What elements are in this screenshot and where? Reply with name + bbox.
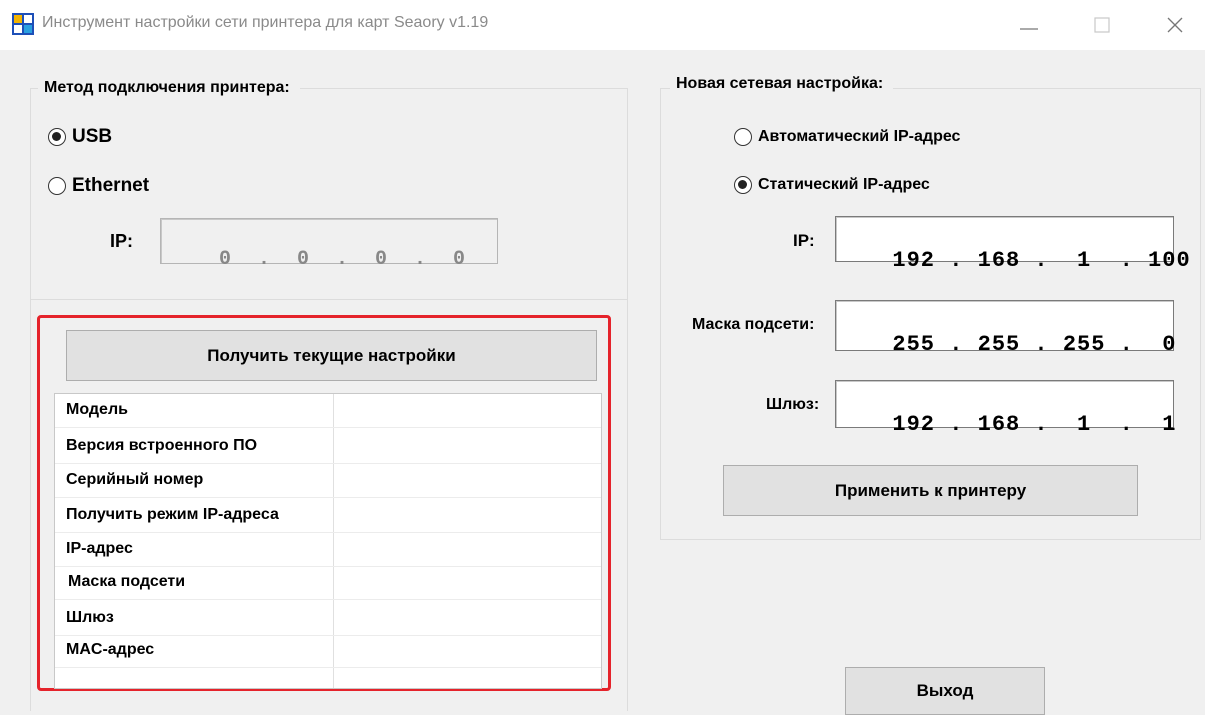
gateway-value: 192 . 168 . 1 . 1 bbox=[892, 412, 1177, 437]
row-label-serial: Серийный номер bbox=[66, 471, 204, 488]
subnet-mask-value: 255 . 255 . 255 . 0 bbox=[892, 332, 1177, 357]
ethernet-radio[interactable]: Ethernet bbox=[48, 175, 149, 197]
row-label-gateway: Шлюз bbox=[66, 609, 114, 626]
current-settings-table: Модель Версия встроенного ПО Серийный но… bbox=[54, 393, 602, 689]
subnet-mask-label: Маска подсети: bbox=[692, 316, 815, 333]
static-ip-radio-circle[interactable] bbox=[734, 176, 752, 194]
auto-ip-radio[interactable]: Автоматический IP-адрес bbox=[734, 128, 960, 146]
minimize-icon[interactable] bbox=[1014, 12, 1044, 38]
auto-ip-radio-circle[interactable] bbox=[734, 128, 752, 146]
row-label-firmware: Версия встроенного ПО bbox=[66, 437, 258, 454]
apply-to-printer-label: Применить к принтеру bbox=[834, 480, 1027, 500]
static-ip-radio-label: Статический IP-адрес bbox=[758, 176, 930, 193]
printer-ip-input[interactable]: 0 . 0 . 0 . 0 bbox=[160, 218, 498, 271]
usb-radio-label: USB bbox=[72, 126, 113, 147]
get-current-settings-button[interactable]: Получить текущие настройки bbox=[66, 330, 597, 381]
get-current-settings-label: Получить текущие настройки bbox=[207, 345, 456, 365]
ethernet-radio-circle[interactable] bbox=[48, 177, 66, 195]
maximize-icon[interactable] bbox=[1087, 12, 1117, 38]
subnet-mask-input[interactable]: 255 . 255 . 255 . 0 bbox=[835, 300, 1175, 357]
row-label-ip: IP-адрес bbox=[66, 540, 133, 557]
connection-group-title: Метод подключения принтера: bbox=[38, 79, 300, 97]
usb-radio-circle[interactable] bbox=[48, 128, 66, 146]
gateway-label: Шлюз: bbox=[766, 396, 820, 413]
new-ip-value: 192 . 168 . 1 . 100 bbox=[892, 248, 1191, 273]
new-ip-input[interactable]: 192 . 168 . 1 . 100 bbox=[835, 216, 1190, 273]
ethernet-radio-label: Ethernet bbox=[72, 175, 150, 196]
row-label-mask: Маска подсети bbox=[68, 573, 186, 590]
printer-ip-label: IP: bbox=[110, 231, 134, 251]
printer-ip-value: 0 . 0 . 0 . 0 bbox=[219, 248, 467, 271]
title-bar: Инструмент настройки сети принтера для к… bbox=[0, 0, 1205, 50]
table-row: Серийный номер bbox=[55, 464, 601, 498]
row-label-model: Модель bbox=[66, 401, 128, 418]
table-row: Модель bbox=[55, 394, 601, 428]
row-label-ip-mode: Получить режим IP-адреса bbox=[66, 506, 279, 523]
table-row: IP-адрес bbox=[55, 533, 601, 567]
new-ip-label: IP: bbox=[793, 231, 815, 250]
apply-to-printer-button[interactable]: Применить к принтеру bbox=[723, 465, 1138, 516]
window-title: Инструмент настройки сети принтера для к… bbox=[42, 14, 489, 31]
table-row: Маска подсети bbox=[55, 566, 601, 600]
table-row: Версия встроенного ПО bbox=[55, 430, 601, 464]
row-label-mac: MAC-адрес bbox=[66, 641, 155, 658]
usb-radio[interactable]: USB bbox=[48, 126, 112, 148]
close-icon[interactable] bbox=[1160, 12, 1190, 38]
auto-ip-radio-label: Автоматический IP-адрес bbox=[758, 128, 961, 145]
exit-button[interactable]: Выход bbox=[845, 667, 1045, 715]
gateway-input[interactable]: 192 . 168 . 1 . 1 bbox=[835, 380, 1175, 437]
app-icon bbox=[12, 13, 34, 35]
static-ip-radio[interactable]: Статический IP-адрес bbox=[734, 176, 930, 194]
table-row: MAC-адрес bbox=[55, 634, 601, 668]
table-row: Шлюз bbox=[55, 602, 601, 636]
exit-label: Выход bbox=[916, 681, 974, 700]
network-group-title: Новая сетевая настройка: bbox=[670, 75, 894, 93]
table-row: Получить режим IP-адреса bbox=[55, 499, 601, 533]
